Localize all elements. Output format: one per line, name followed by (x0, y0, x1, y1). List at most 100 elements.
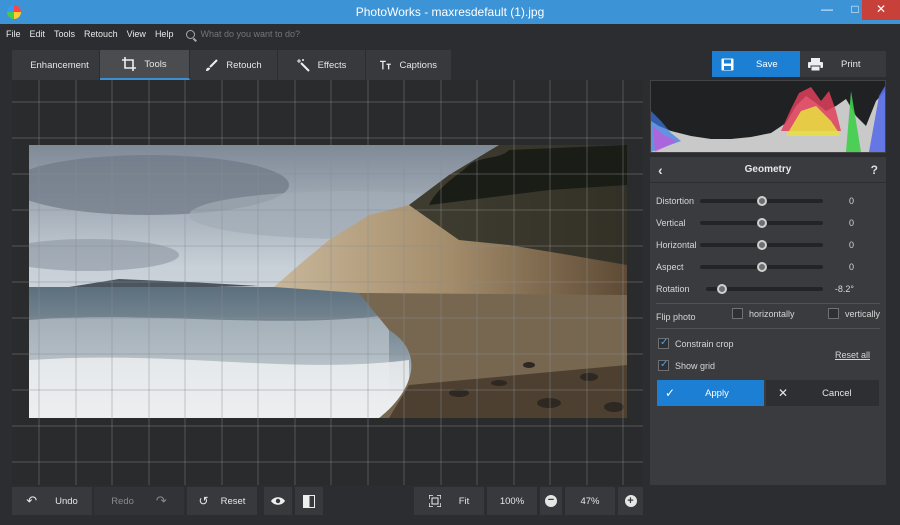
zoom-out-button[interactable]: − (540, 487, 562, 515)
redo-label: Redo (111, 495, 134, 507)
slider-thumb[interactable] (756, 196, 767, 206)
slider-thumb[interactable] (756, 218, 767, 228)
slider-track[interactable] (706, 284, 823, 294)
constrain-crop-option[interactable]: Constrain crop (658, 337, 734, 349)
fit-label: Fit (458, 495, 470, 507)
slider-label: Horizontal (656, 240, 697, 250)
chevron-left-icon[interactable]: ‹ (658, 163, 663, 177)
compare-icon (303, 494, 315, 508)
slider-track[interactable] (700, 240, 823, 250)
flip-horizontally-option[interactable]: horizontally (732, 308, 795, 319)
apply-label: Apply (705, 387, 729, 399)
minimize-button[interactable]: — (813, 0, 841, 20)
slider-label: Aspect (656, 262, 684, 272)
apply-button[interactable]: ✓ Apply (657, 380, 764, 406)
cancel-button[interactable]: ✕ Cancel (766, 380, 879, 406)
tab-tools[interactable]: Tools (100, 50, 190, 80)
flip-horizontally-checkbox[interactable] (732, 308, 743, 319)
flip-vertically-option[interactable]: vertically (828, 308, 880, 319)
undo-label: Undo (55, 495, 78, 507)
undo-button[interactable]: ↶ Undo (12, 487, 92, 515)
slider-aspect[interactable]: Aspect 0 (650, 259, 886, 275)
slider-thumb[interactable] (756, 262, 767, 272)
slider-thumb[interactable] (756, 240, 767, 250)
histogram-graph (651, 86, 885, 152)
reset-label: Reset (220, 495, 246, 507)
bottom-toolbar: ↶ Undo Redo ↷ ↺ Reset Fit 100% − 47% + (12, 487, 643, 515)
compare-button[interactable] (295, 487, 323, 515)
close-button[interactable]: ✕ (862, 0, 900, 20)
slider-vertical[interactable]: Vertical 0 (650, 215, 886, 231)
tab-enhancement-label: Enhancement (30, 59, 89, 71)
divider (656, 328, 880, 329)
help-icon[interactable]: ? (871, 163, 878, 177)
panel-header: ‹ Geometry ? (650, 157, 886, 183)
slider-label: Vertical (656, 218, 686, 228)
slider-track[interactable] (700, 196, 823, 206)
tab-captions[interactable]: Captions (366, 50, 452, 80)
constrain-crop-checkbox[interactable] (658, 337, 669, 349)
cancel-label: Cancel (822, 387, 852, 399)
save-button[interactable]: Save (712, 51, 800, 77)
tab-enhancement[interactable]: Enhancement (12, 50, 100, 80)
search-input[interactable] (200, 29, 401, 39)
menu-file[interactable]: File (6, 29, 21, 39)
slider-distortion[interactable]: Distortion 0 (650, 193, 886, 209)
redo-icon: ↷ (155, 493, 167, 508)
title-bar: PhotoWorks - maxresdefault (1).jpg — □ ✕ (0, 0, 900, 24)
slider-track[interactable] (700, 218, 823, 228)
zoom-100-button[interactable]: 100% (487, 487, 537, 515)
slider-label: Distortion (656, 196, 695, 206)
menu-help[interactable]: Help (155, 29, 174, 39)
menu-view[interactable]: View (127, 29, 146, 39)
tab-retouch[interactable]: Retouch (190, 50, 278, 80)
slider-rotation[interactable]: Rotation -8.2° (650, 281, 886, 297)
flip-vertically-label: vertically (845, 308, 881, 319)
search-box[interactable] (186, 29, 401, 39)
window-title: PhotoWorks - maxresdefault (1).jpg (355, 5, 545, 19)
divider (656, 303, 880, 304)
eye-icon (271, 497, 285, 505)
slider-value: 0 (848, 240, 854, 250)
histogram (650, 80, 886, 153)
redo-button[interactable]: Redo ↷ (94, 487, 184, 515)
zoom-in-button[interactable]: + (618, 487, 643, 515)
preview-toggle-button[interactable] (264, 487, 292, 515)
fit-button[interactable]: Fit (414, 487, 484, 515)
menu-edit[interactable]: Edit (30, 29, 46, 39)
reset-icon: ↺ (198, 494, 209, 508)
save-label: Save (756, 58, 778, 70)
zoom-out-icon: − (545, 495, 557, 507)
flip-photo-label: Flip photo (656, 312, 696, 322)
show-grid-checkbox[interactable] (658, 359, 669, 371)
menu-retouch[interactable]: Retouch (84, 29, 118, 39)
constrain-crop-label: Constrain crop (675, 338, 734, 349)
zoom-level: 47% (565, 487, 615, 515)
slider-label: Rotation (656, 284, 690, 294)
slider-horizontal[interactable]: Horizontal 0 (650, 237, 886, 253)
print-button[interactable]: Print (800, 51, 886, 77)
reset-button[interactable]: ↺ Reset (187, 487, 257, 515)
reset-all-link[interactable]: Reset all (835, 350, 870, 360)
slider-thumb[interactable] (717, 284, 728, 294)
main-tabs: Enhancement Tools Retouch Effects Captio… (12, 50, 452, 80)
panel-title: Geometry (744, 164, 792, 175)
zoom-level-value: 47% (580, 495, 600, 507)
menu-bar: File Edit Tools Retouch View Help (0, 24, 900, 44)
text-icon (380, 60, 391, 70)
show-grid-label: Show grid (675, 360, 716, 371)
show-grid-option[interactable]: Show grid (658, 359, 716, 371)
undo-icon: ↶ (26, 493, 38, 508)
zoom-in-icon: + (624, 495, 637, 507)
flip-horizontally-label: horizontally (749, 308, 795, 319)
magic-wand-icon (296, 58, 310, 72)
tab-tools-label: Tools (144, 58, 167, 70)
tab-effects[interactable]: Effects (278, 50, 366, 80)
crop-icon (122, 57, 137, 71)
slider-value: 0 (848, 196, 854, 206)
flip-vertically-checkbox[interactable] (828, 308, 839, 319)
check-icon: ✓ (665, 386, 676, 400)
slider-track[interactable] (700, 262, 823, 272)
menu-tools[interactable]: Tools (54, 29, 75, 39)
image-canvas[interactable] (12, 80, 643, 485)
